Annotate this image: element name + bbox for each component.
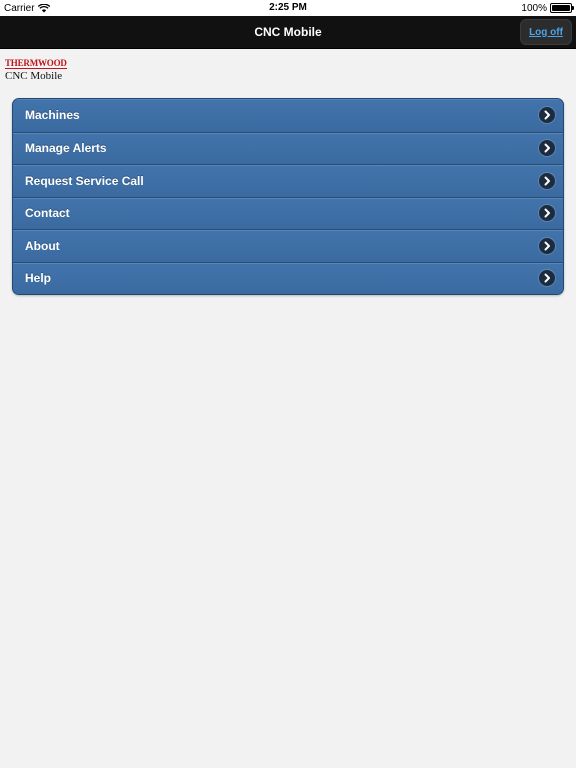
nav-bar: CNC Mobile Log off bbox=[0, 16, 576, 49]
menu-item-label: Request Service Call bbox=[25, 173, 144, 188]
chevron-right-icon bbox=[539, 205, 555, 222]
chevron-right-icon bbox=[539, 107, 555, 124]
chevron-right-icon bbox=[539, 172, 555, 189]
menu-item-label: Contact bbox=[25, 206, 70, 221]
chevron-right-icon bbox=[539, 270, 555, 287]
logo-product-text: CNC Mobile bbox=[5, 70, 63, 82]
thermwood-logo: THERMWOOD CNC Mobile bbox=[5, 53, 71, 82]
chevron-right-icon bbox=[539, 140, 555, 157]
logo-brand-text: THERMWOOD bbox=[5, 58, 67, 69]
status-time: 2:25 PM bbox=[269, 2, 307, 13]
status-bar: Carrier 2:25 PM 100% bbox=[0, 0, 576, 16]
main-menu: Machines Manage Alerts Request Service C… bbox=[12, 98, 564, 295]
menu-item-help[interactable]: Help bbox=[13, 261, 563, 294]
logoff-button[interactable]: Log off bbox=[520, 19, 572, 45]
menu-item-label: Machines bbox=[25, 108, 80, 123]
menu-item-manage-alerts[interactable]: Manage Alerts bbox=[13, 131, 563, 164]
page-title: CNC Mobile bbox=[254, 25, 322, 39]
menu-item-label: About bbox=[25, 238, 60, 253]
menu-item-about[interactable]: About bbox=[13, 229, 563, 262]
menu-item-label: Help bbox=[25, 271, 52, 286]
menu-item-contact[interactable]: Contact bbox=[13, 196, 563, 229]
menu-item-label: Manage Alerts bbox=[25, 141, 107, 156]
battery-icon bbox=[550, 3, 574, 13]
chevron-right-icon bbox=[539, 237, 555, 254]
menu-item-machines[interactable]: Machines bbox=[13, 99, 563, 132]
menu-item-request-service-call[interactable]: Request Service Call bbox=[13, 164, 563, 197]
